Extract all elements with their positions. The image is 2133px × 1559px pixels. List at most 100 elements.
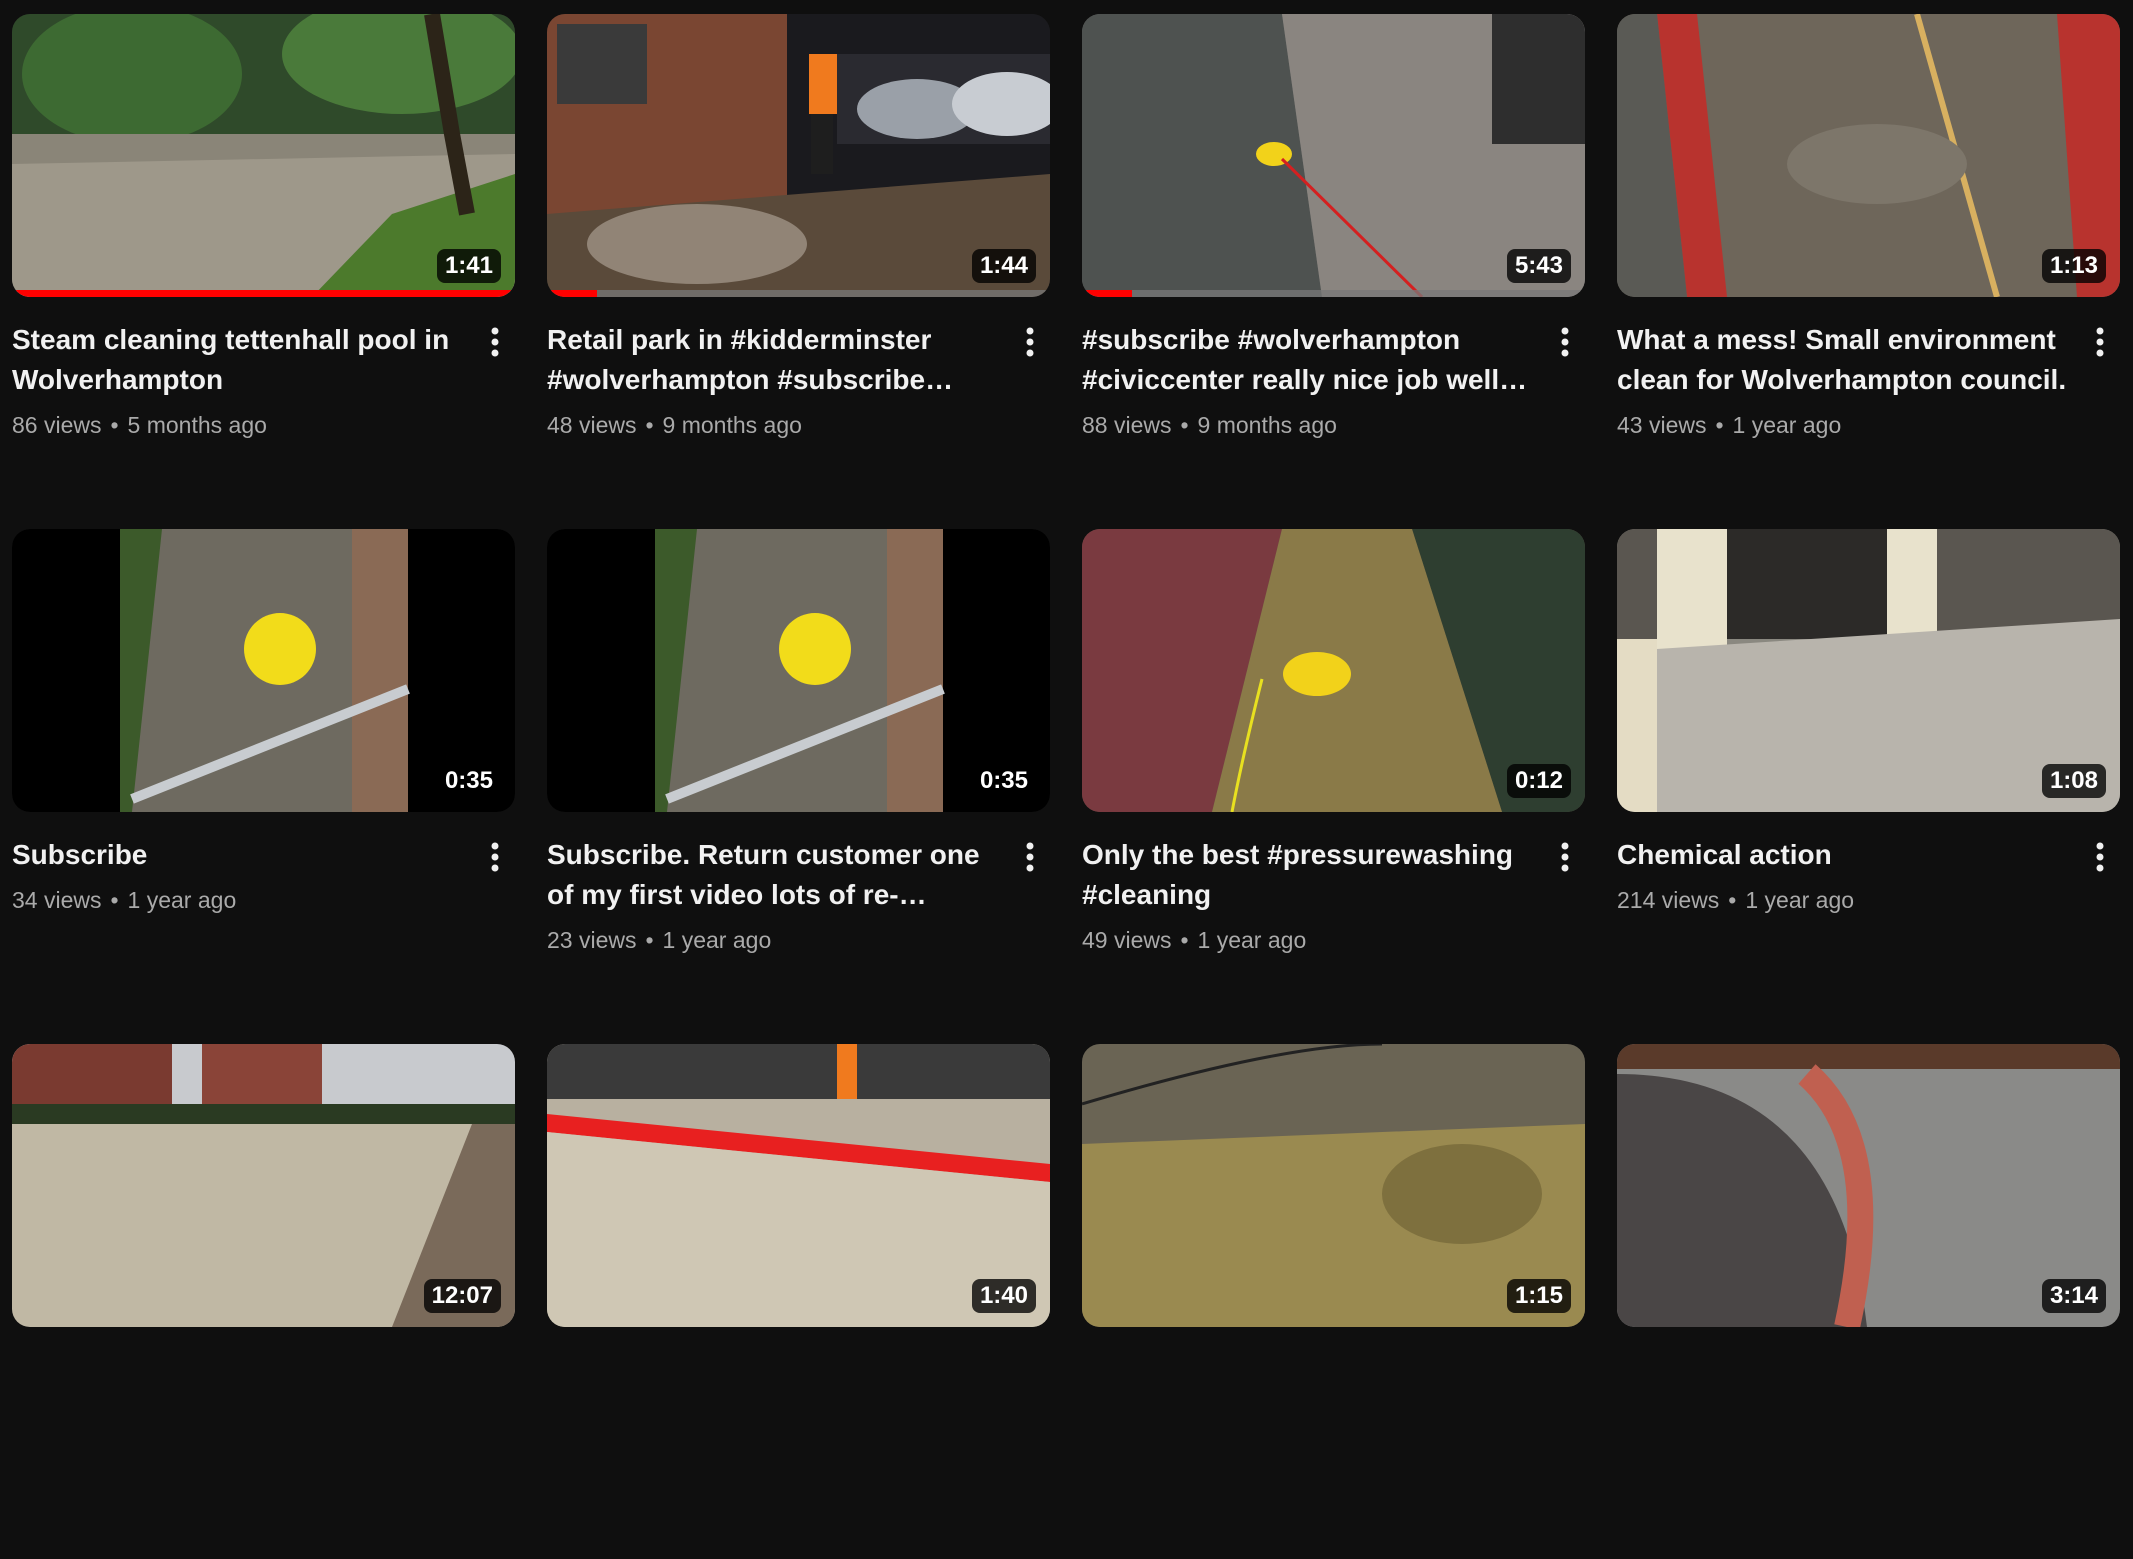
more-vertical-icon: [1561, 842, 1569, 872]
more-actions-button[interactable]: [1551, 322, 1579, 362]
more-vertical-icon: [2096, 842, 2104, 872]
video-duration: 1:44: [971, 249, 1036, 283]
video-details: What a mess! Small environment clean for…: [1617, 320, 2120, 440]
video-card[interactable]: 1:44 Retail park in #kidderminster #wolv…: [547, 14, 1050, 529]
video-duration: 0:35: [971, 764, 1036, 798]
video-duration: 1:15: [1506, 1279, 1571, 1313]
more-actions-button[interactable]: [1551, 837, 1579, 877]
video-thumbnail[interactable]: 1:08: [1617, 529, 2120, 812]
video-stats: 214 views • 1 year ago: [1617, 885, 2072, 915]
video-thumbnail[interactable]: 1:41: [12, 14, 515, 297]
separator-dot: •: [645, 412, 654, 438]
video-duration: 12:07: [423, 1279, 501, 1313]
video-stats: 43 views • 1 year ago: [1617, 410, 2072, 440]
video-card[interactable]: 1:08 Chemical action 214 views • 1 year ag…: [1617, 529, 2120, 1044]
video-details: Steam cleaning tettenhall pool in Wolver…: [12, 320, 515, 440]
upload-age: 1 year ago: [1197, 927, 1307, 953]
video-thumbnail[interactable]: 0:12: [1082, 529, 1585, 812]
separator-dot: •: [110, 412, 119, 438]
video-title[interactable]: Steam cleaning tettenhall pool in Wolver…: [12, 320, 467, 400]
video-thumbnail[interactable]: 1:15: [1082, 1044, 1585, 1327]
video-title[interactable]: Subscribe: [12, 835, 467, 875]
separator-dot: •: [1180, 927, 1189, 953]
watch-progress: [12, 290, 515, 297]
separator-dot: •: [645, 927, 654, 953]
video-stats: 23 views • 1 year ago: [547, 925, 1002, 955]
view-count: 43 views: [1617, 412, 1707, 438]
view-count: 88 views: [1082, 412, 1172, 438]
more-vertical-icon: [491, 327, 499, 357]
video-title[interactable]: Subscribe. Return customer one of my fir…: [547, 835, 1002, 915]
video-card[interactable]: 1:40: [547, 1044, 1050, 1559]
video-card[interactable]: 12:07: [12, 1044, 515, 1559]
video-card[interactable]: 3:14: [1617, 1044, 2120, 1559]
watch-progress: [547, 290, 1050, 297]
video-card[interactable]: 0:35 Subscribe. Return customer one of m…: [547, 529, 1050, 1044]
upload-age: 5 months ago: [127, 412, 267, 438]
video-stats: 48 views • 9 months ago: [547, 410, 1002, 440]
video-grid: 1:41 Steam cleaning tettenhall pool in W…: [12, 14, 2120, 1559]
video-card[interactable]: 1:41 Steam cleaning tettenhall pool in W…: [12, 14, 515, 529]
upload-age: 1 year ago: [1732, 412, 1842, 438]
video-thumbnail[interactable]: 1:13: [1617, 14, 2120, 297]
video-card[interactable]: 1:13 What a mess! Small environment clea…: [1617, 14, 2120, 529]
video-thumbnail[interactable]: 0:35: [547, 529, 1050, 812]
watch-progress: [1082, 290, 1585, 297]
more-vertical-icon: [1561, 327, 1569, 357]
upload-age: 1 year ago: [127, 887, 237, 913]
upload-age: 9 months ago: [1197, 412, 1337, 438]
view-count: 49 views: [1082, 927, 1172, 953]
view-count: 48 views: [547, 412, 637, 438]
video-title[interactable]: What a mess! Small environment clean for…: [1617, 320, 2072, 400]
upload-age: 1 year ago: [662, 927, 772, 953]
video-duration: 0:12: [1506, 764, 1571, 798]
view-count: 86 views: [12, 412, 102, 438]
video-details: Subscribe 34 views • 1 year ago: [12, 835, 515, 915]
video-details: Retail park in #kidderminster #wolverham…: [547, 320, 1050, 440]
video-stats: 49 views • 1 year ago: [1082, 925, 1537, 955]
more-vertical-icon: [491, 842, 499, 872]
video-card[interactable]: 0:12 Only the best #pressurewashing #cle…: [1082, 529, 1585, 1044]
video-details: Chemical action 214 views • 1 year ago: [1617, 835, 2120, 915]
video-title[interactable]: Chemical action: [1617, 835, 2072, 875]
video-thumbnail[interactable]: 3:14: [1617, 1044, 2120, 1327]
video-duration: 1:40: [971, 1279, 1036, 1313]
more-vertical-icon: [1026, 842, 1034, 872]
video-details: Subscribe. Return customer one of my fir…: [547, 835, 1050, 955]
more-vertical-icon: [2096, 327, 2104, 357]
video-stats: 88 views • 9 months ago: [1082, 410, 1537, 440]
more-actions-button[interactable]: [2086, 322, 2114, 362]
separator-dot: •: [110, 887, 119, 913]
video-duration: 5:43: [1506, 249, 1571, 283]
view-count: 214 views: [1617, 887, 1720, 913]
upload-age: 1 year ago: [1745, 887, 1855, 913]
video-title[interactable]: Only the best #pressurewashing #cleaning: [1082, 835, 1537, 915]
video-thumbnail[interactable]: 5:43: [1082, 14, 1585, 297]
video-thumbnail[interactable]: 12:07: [12, 1044, 515, 1327]
video-details: Only the best #pressurewashing #cleaning…: [1082, 835, 1585, 955]
more-actions-button[interactable]: [2086, 837, 2114, 877]
video-thumbnail[interactable]: 1:44: [547, 14, 1050, 297]
view-count: 34 views: [12, 887, 102, 913]
video-duration: 1:08: [2041, 764, 2106, 798]
more-actions-button[interactable]: [481, 322, 509, 362]
view-count: 23 views: [547, 927, 637, 953]
separator-dot: •: [1180, 412, 1189, 438]
separator-dot: •: [1715, 412, 1724, 438]
video-title[interactable]: #subscribe #wolverhampton #civiccenter r…: [1082, 320, 1537, 400]
video-duration: 1:41: [436, 249, 501, 283]
video-duration: 3:14: [2041, 1279, 2106, 1313]
more-vertical-icon: [1026, 327, 1034, 357]
video-card[interactable]: 0:35 Subscribe 34 views • 1 year ago: [12, 529, 515, 1044]
video-title[interactable]: Retail park in #kidderminster #wolverham…: [547, 320, 1002, 400]
video-card[interactable]: 5:43 #subscribe #wolverhampton #civiccen…: [1082, 14, 1585, 529]
more-actions-button[interactable]: [1016, 322, 1044, 362]
video-duration: 0:35: [436, 764, 501, 798]
more-actions-button[interactable]: [481, 837, 509, 877]
video-details: #subscribe #wolverhampton #civiccenter r…: [1082, 320, 1585, 440]
video-thumbnail[interactable]: 0:35: [12, 529, 515, 812]
upload-age: 9 months ago: [662, 412, 802, 438]
video-card[interactable]: 1:15: [1082, 1044, 1585, 1559]
video-thumbnail[interactable]: 1:40: [547, 1044, 1050, 1327]
more-actions-button[interactable]: [1016, 837, 1044, 877]
